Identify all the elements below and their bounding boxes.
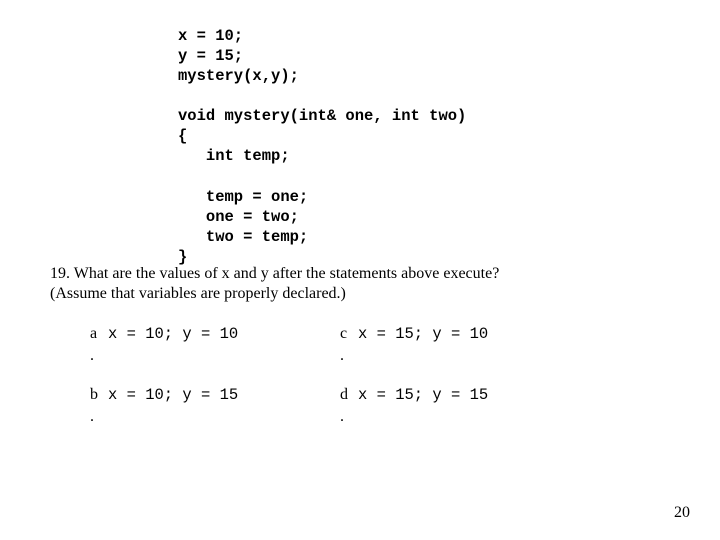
option-d-label: d . xyxy=(340,386,358,425)
option-c: c . x = 15; y = 10 xyxy=(340,325,590,364)
option-b-label: b . xyxy=(90,386,108,425)
option-a-letter: a xyxy=(90,325,108,343)
code-block: x = 10; y = 15; mystery(x,y); void myste… xyxy=(178,26,466,268)
question-line2: (Assume that variables are properly decl… xyxy=(50,285,346,302)
options-row-2: b . x = 10; y = 15 d . x = 15; y = 15 xyxy=(90,386,590,425)
option-a-dot: . xyxy=(90,347,108,365)
option-a-text: x = 10; y = 10 xyxy=(108,325,238,343)
option-d-text: x = 15; y = 15 xyxy=(358,386,488,404)
page: x = 10; y = 15; mystery(x,y); void myste… xyxy=(0,0,720,540)
option-b: b . x = 10; y = 15 xyxy=(90,386,340,425)
option-c-text: x = 15; y = 10 xyxy=(358,325,488,343)
option-d-letter: d xyxy=(340,386,358,404)
option-b-letter: b xyxy=(90,386,108,404)
option-d-dot: . xyxy=(340,408,358,426)
option-d: d . x = 15; y = 15 xyxy=(340,386,590,425)
option-c-dot: . xyxy=(340,347,358,365)
option-a-label: a . xyxy=(90,325,108,364)
option-a: a . x = 10; y = 10 xyxy=(90,325,340,364)
options-block: a . x = 10; y = 10 c . x = 15; y = 10 b … xyxy=(90,325,590,447)
question-text: 19. What are the values of x and y after… xyxy=(50,264,610,304)
option-b-dot: . xyxy=(90,408,108,426)
option-c-letter: c xyxy=(340,325,358,343)
option-b-text: x = 10; y = 15 xyxy=(108,386,238,404)
options-row-1: a . x = 10; y = 10 c . x = 15; y = 10 xyxy=(90,325,590,364)
option-c-label: c . xyxy=(340,325,358,364)
page-number: 20 xyxy=(674,504,690,522)
question-line1: 19. What are the values of x and y after… xyxy=(50,265,499,282)
